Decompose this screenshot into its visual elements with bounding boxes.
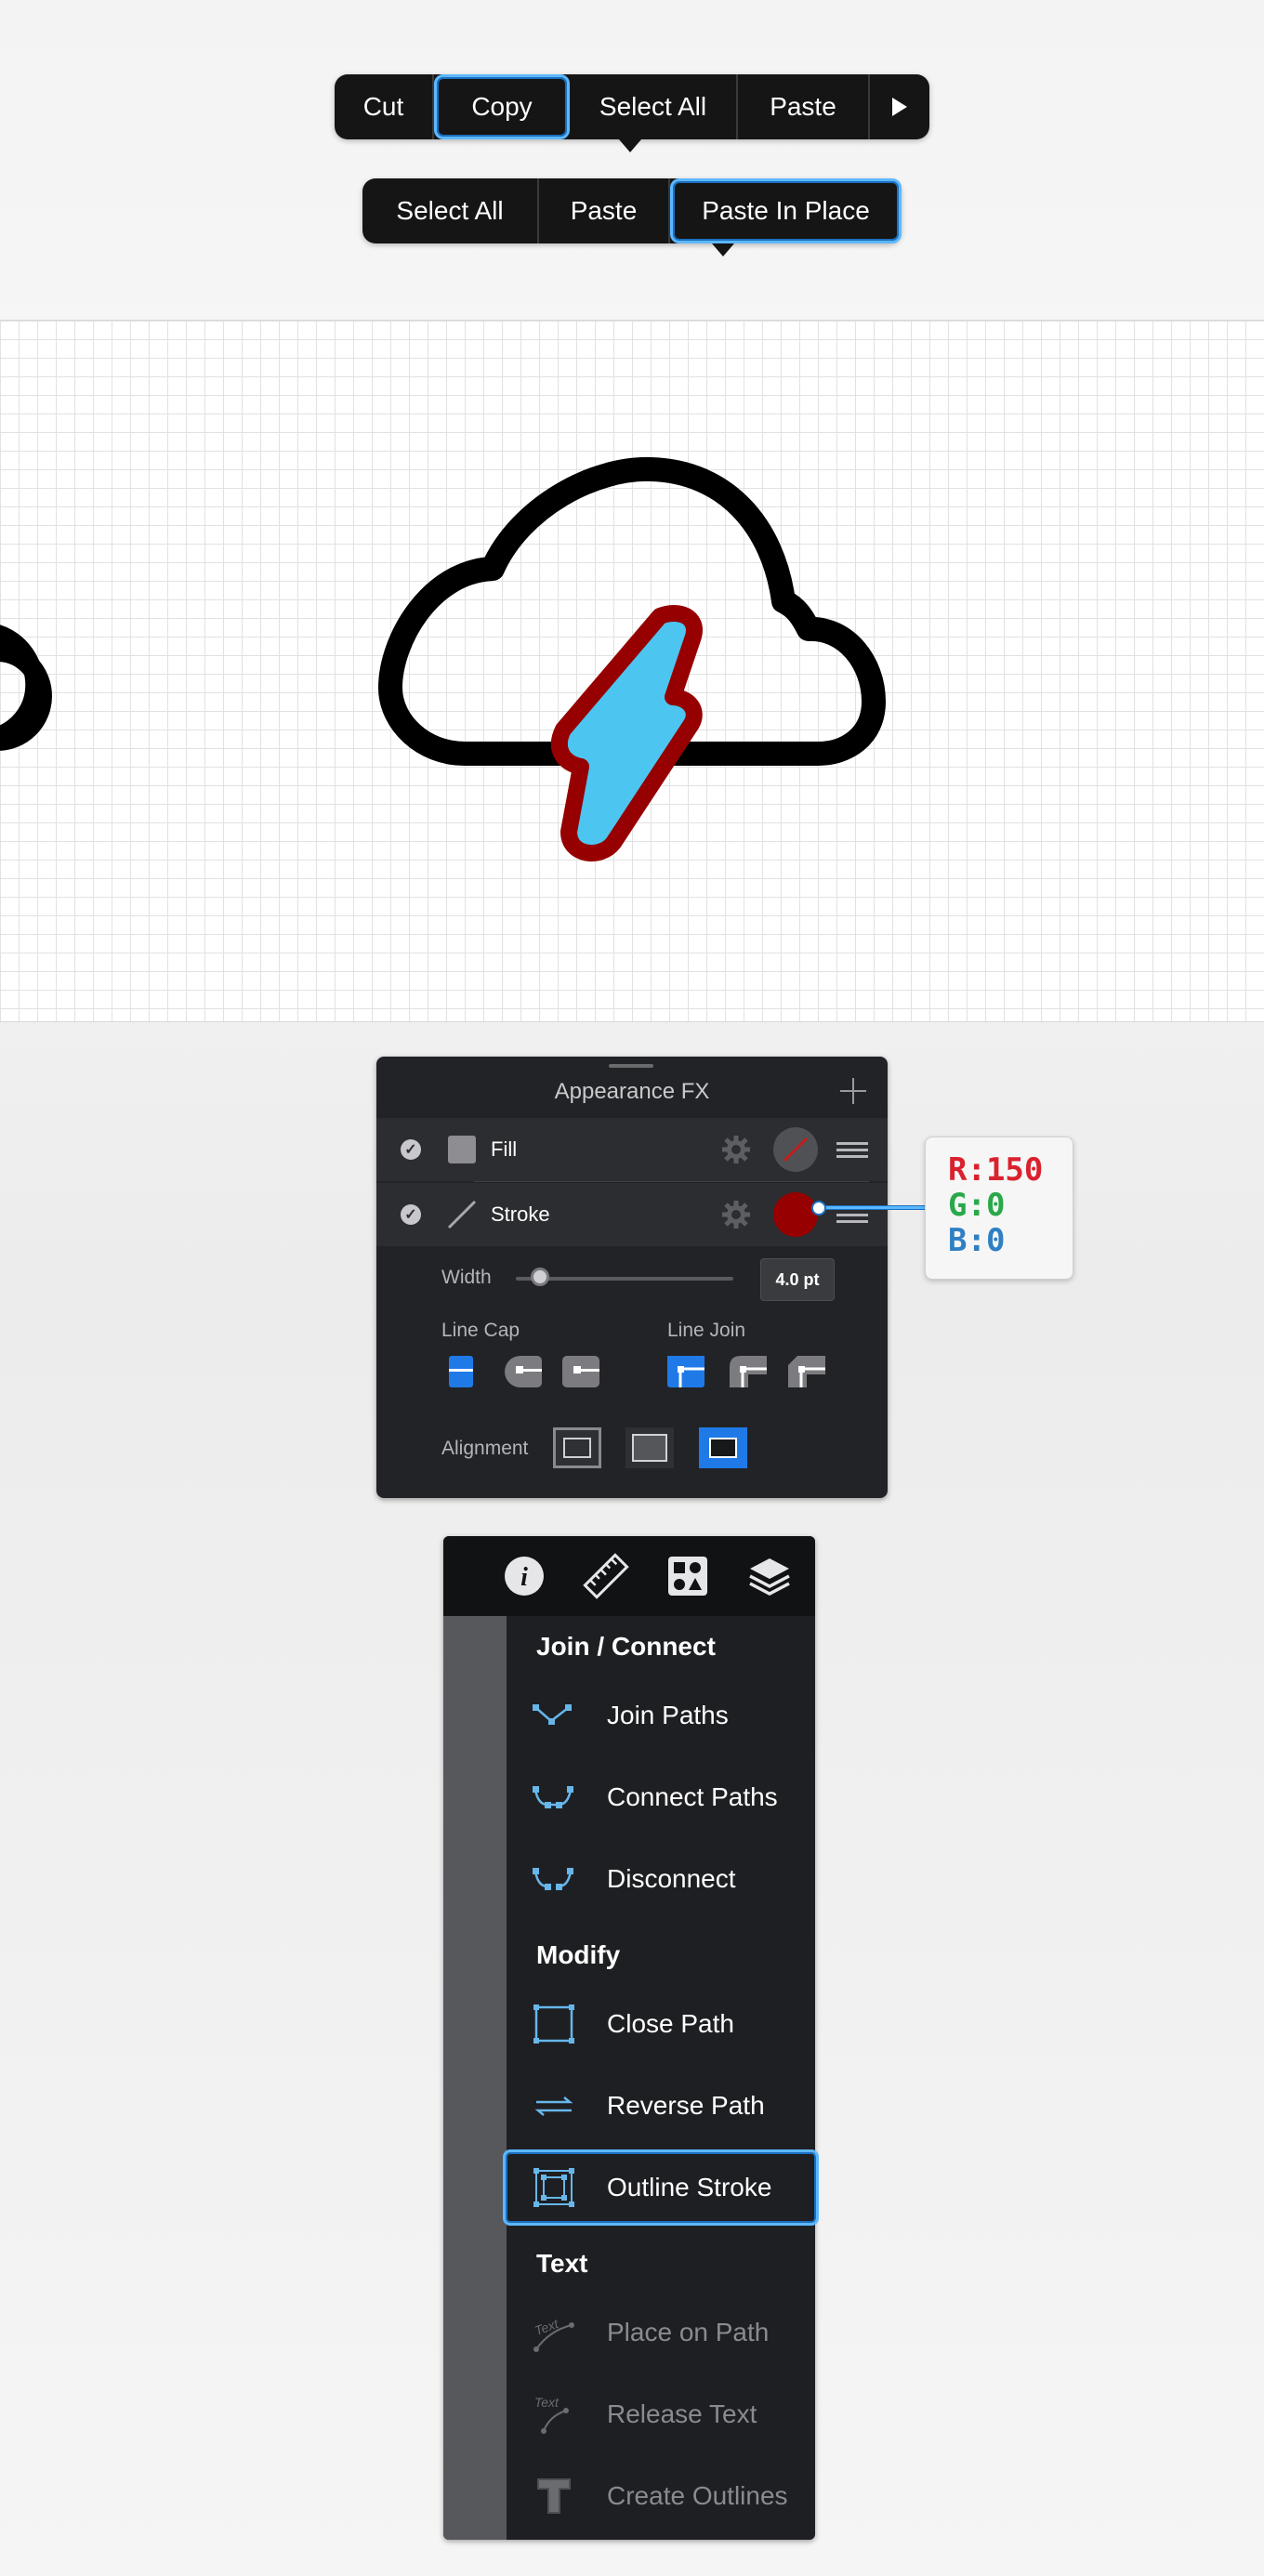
- create-outlines-item[interactable]: Create Outlines: [507, 2457, 815, 2535]
- select-all-menu-item[interactable]: Select All: [570, 74, 738, 139]
- width-value-field[interactable]: 4.0 pt: [760, 1258, 835, 1301]
- callout-connector-line: [818, 1205, 926, 1210]
- join-paths-item[interactable]: Join Paths: [507, 1676, 815, 1755]
- rgb-values-callout: R:150 G:0 B:0: [925, 1137, 1073, 1280]
- width-slider-handle[interactable]: [531, 1268, 549, 1286]
- menu-icon[interactable]: [836, 1138, 868, 1162]
- connect-paths-item[interactable]: Connect Paths: [507, 1758, 815, 1836]
- play-arrow-icon: [892, 98, 907, 116]
- stroke-label: Stroke: [491, 1203, 550, 1226]
- connect-paths-icon: [533, 1786, 573, 1808]
- release-text-label: Release Text: [607, 2399, 757, 2428]
- copy-menu-item[interactable]: Copy: [434, 74, 570, 139]
- close-path-item[interactable]: Close Path: [507, 1985, 815, 2063]
- align-center-button[interactable]: [625, 1427, 674, 1468]
- bevel-join-button[interactable]: [788, 1356, 825, 1387]
- svg-text:Text: Text: [534, 2395, 560, 2410]
- shapes-icon[interactable]: [665, 1553, 711, 1599]
- context-menu-top-pointer: [619, 139, 641, 152]
- miter-join-button[interactable]: [667, 1356, 704, 1387]
- square-cap-button[interactable]: [562, 1356, 599, 1387]
- add-icon[interactable]: [839, 1077, 867, 1105]
- cut-menu-item[interactable]: Cut: [335, 74, 434, 139]
- width-label: Width: [441, 1267, 492, 1288]
- no-fill-swatch[interactable]: [773, 1127, 818, 1172]
- context-menu-bottom: Select All Paste Paste In Place: [362, 178, 902, 243]
- red-value: R:150: [948, 1151, 1044, 1189]
- appearance-fx-panel: Appearance FX ✓ Fill ✓ Stroke Width 4.0 …: [376, 1057, 888, 1498]
- reverse-path-label: Reverse Path: [607, 2091, 765, 2120]
- fill-label: Fill: [491, 1137, 518, 1161]
- gear-icon[interactable]: [720, 1134, 752, 1165]
- create-outlines-icon: [537, 2478, 571, 2514]
- paste-in-place-menu-item[interactable]: Paste In Place: [670, 178, 902, 243]
- place-on-path-item[interactable]: Text Place on Path: [507, 2293, 815, 2372]
- disconnect-item[interactable]: Disconnect: [507, 1840, 815, 1918]
- panel-side-strip: [443, 1616, 507, 2540]
- line-join-label: Line Join: [667, 1320, 746, 1341]
- section-title-text: Text: [536, 2249, 588, 2278]
- close-path-icon: [533, 2004, 574, 2044]
- connect-paths-label: Connect Paths: [607, 1782, 778, 1811]
- align-inside-button[interactable]: [699, 1427, 747, 1468]
- paste-menu-item[interactable]: Paste: [738, 74, 870, 139]
- reverse-path-item[interactable]: Reverse Path: [507, 2067, 815, 2145]
- svg-text:i: i: [520, 1563, 528, 1592]
- fill-checkmark-icon[interactable]: ✓: [401, 1139, 421, 1160]
- alignment-label: Alignment: [441, 1438, 529, 1459]
- disconnect-label: Disconnect: [607, 1864, 736, 1893]
- reverse-path-icon: [534, 2096, 573, 2116]
- create-outlines-label: Create Outlines: [607, 2481, 788, 2510]
- join-paths-label: Join Paths: [607, 1701, 729, 1729]
- close-path-label: Close Path: [607, 2009, 734, 2038]
- cloud-lightning-icon[interactable]: [0, 321, 1264, 1021]
- blue-value: B:0: [948, 1222, 1006, 1259]
- join-paths-icon: [533, 1704, 572, 1725]
- section-title-join-connect: Join / Connect: [536, 1632, 716, 1661]
- row-divider: [474, 1181, 869, 1182]
- select-all-menu-item-2[interactable]: Select All: [362, 178, 539, 243]
- more-arrow-button[interactable]: [870, 74, 929, 139]
- paste-menu-item-2[interactable]: Paste: [539, 178, 670, 243]
- path-actions-panel: i Join / Connect Join Paths Connect Path…: [443, 1536, 815, 2540]
- context-menu-top: Cut Copy Select All Paste: [335, 74, 929, 139]
- lightning-bolt-shape: [550, 605, 703, 862]
- green-value: G:0: [948, 1187, 1006, 1224]
- align-outside-button[interactable]: [553, 1427, 601, 1468]
- outline-stroke-highlight: [503, 2149, 819, 2226]
- panel-drag-handle[interactable]: [609, 1064, 653, 1068]
- stroke-checkmark-icon[interactable]: ✓: [401, 1204, 421, 1225]
- gear-icon[interactable]: [720, 1199, 752, 1230]
- butt-cap-button[interactable]: [449, 1356, 473, 1387]
- section-title-modify: Modify: [536, 1940, 621, 1969]
- release-text-item[interactable]: Text Release Text: [507, 2375, 815, 2453]
- stroke-row[interactable]: ✓ Stroke: [376, 1183, 888, 1246]
- round-join-button[interactable]: [730, 1356, 767, 1387]
- release-text-icon: Text: [534, 2395, 569, 2434]
- ruler-icon[interactable]: [583, 1553, 629, 1599]
- stroke-color-swatch[interactable]: [773, 1192, 818, 1237]
- svg-text:Text: Text: [533, 2316, 561, 2338]
- drawing-canvas[interactable]: [0, 320, 1264, 1022]
- disconnect-icon: [533, 1868, 573, 1890]
- line-cap-label: Line Cap: [441, 1320, 520, 1341]
- fill-row[interactable]: ✓ Fill: [376, 1118, 888, 1181]
- layers-icon[interactable]: [746, 1553, 793, 1599]
- round-cap-button[interactable]: [505, 1356, 542, 1387]
- place-on-path-label: Place on Path: [607, 2318, 770, 2346]
- panel-title: Appearance FX: [554, 1079, 710, 1104]
- info-icon[interactable]: i: [501, 1553, 547, 1599]
- callout-connector-dot: [811, 1201, 826, 1216]
- text-on-path-icon: Text: [533, 2316, 574, 2352]
- fill-swatch-icon: [448, 1136, 476, 1163]
- stroke-line-icon: [447, 1200, 477, 1229]
- context-menu-bottom-pointer: [712, 243, 734, 256]
